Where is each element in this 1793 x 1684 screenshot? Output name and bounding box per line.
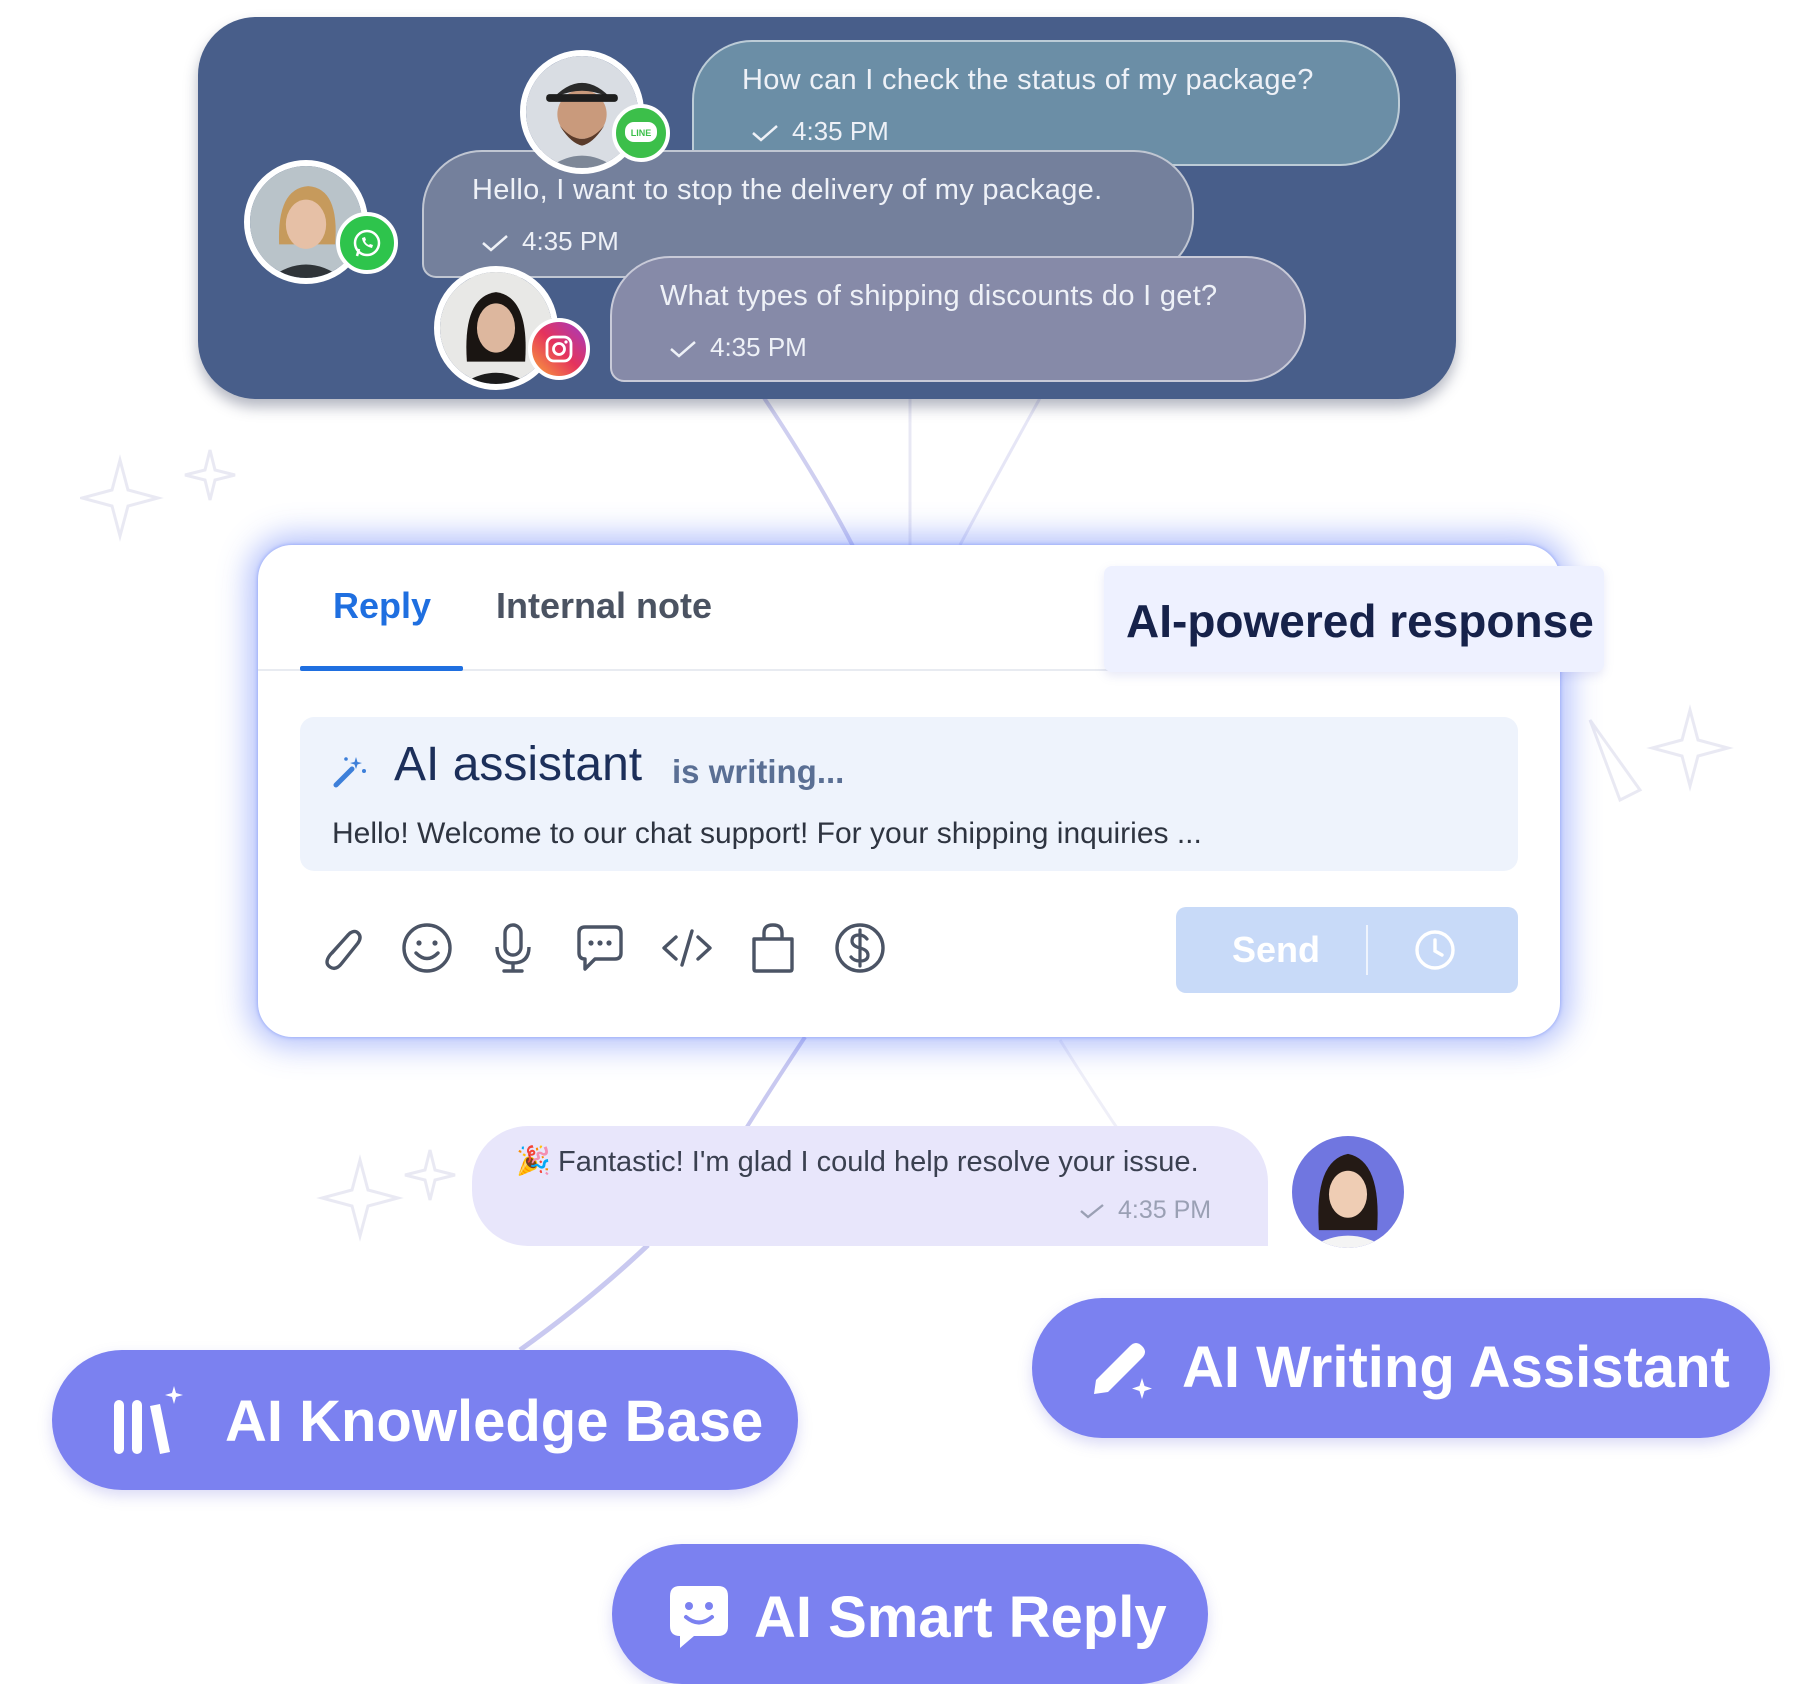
instagram-icon [528, 318, 590, 380]
pen-sparkle-icon [1094, 1343, 1152, 1399]
line-icon: LINE [612, 104, 670, 162]
whatsapp-icon [336, 212, 398, 274]
ai-assistant-status: is writing... [672, 753, 845, 790]
customer-message-bubble[interactable]: What types of shipping discounts do I ge… [610, 256, 1306, 382]
party-popper-icon: 🎉 [516, 1145, 551, 1176]
ai-powered-callout: AI-powered response [1104, 566, 1604, 672]
sparkle-icon [80, 449, 236, 542]
pill-label: AI Knowledge Base [225, 1389, 764, 1454]
smart-reply-icon [670, 1586, 728, 1648]
send-label: Send [1232, 929, 1321, 970]
code-icon[interactable] [658, 919, 716, 977]
ai-assistant-draft[interactable]: AI assistant is writing... Hello! Welcom… [300, 717, 1518, 871]
check-icon [1080, 1204, 1104, 1219]
message-time: 4:35 PM [750, 116, 889, 147]
chat-bubble-icon[interactable] [571, 919, 629, 977]
agent-avatar[interactable] [1292, 1136, 1404, 1248]
pill-label: AI Smart Reply [754, 1585, 1167, 1650]
clock-icon[interactable] [1412, 927, 1458, 973]
dollar-icon[interactable] [831, 919, 889, 977]
send-divider [1366, 925, 1368, 975]
ai-draft-text: Hello! Welcome to our chat support! For … [332, 817, 1202, 850]
message-text: Fantastic! I'm glad I could help resolve… [558, 1146, 1199, 1178]
message-text: What types of shipping discounts do I ge… [660, 280, 1218, 312]
knowledge-base-icon [114, 1386, 183, 1454]
pill-label: AI Writing Assistant [1182, 1335, 1730, 1400]
message-time: 4:35 PM [480, 226, 619, 257]
svg-text:LINE: LINE [631, 128, 652, 138]
message-text: How can I check the status of my package… [742, 64, 1314, 96]
sparkle-icon [1588, 704, 1734, 803]
agent-message-bubble[interactable]: 🎉 Fantastic! I'm glad I could help resol… [472, 1126, 1268, 1246]
tab-internal-note[interactable]: Internal note [496, 585, 712, 627]
emoji-icon[interactable] [398, 919, 456, 977]
message-text: Hello, I want to stop the delivery of my… [472, 174, 1103, 206]
check-icon [752, 125, 778, 142]
message-time: 4:35 PM [1078, 1196, 1211, 1225]
check-icon [670, 341, 696, 358]
magic-wand-icon [333, 757, 366, 788]
tab-reply[interactable]: Reply [333, 585, 431, 627]
ai-assistant-title: AI assistant [394, 738, 643, 791]
customer-message-bubble[interactable]: How can I check the status of my package… [692, 40, 1400, 166]
paperclip-icon[interactable] [312, 919, 370, 977]
ai-smart-reply-button[interactable]: AI Smart Reply [612, 1544, 1208, 1684]
sparkle-icon [316, 1149, 456, 1242]
ai-writing-assistant-button[interactable]: AI Writing Assistant [1032, 1298, 1770, 1438]
message-time: 4:35 PM [668, 332, 807, 363]
check-icon [482, 235, 508, 252]
shopping-bag-icon[interactable] [744, 919, 802, 977]
send-button[interactable]: Send [1176, 907, 1518, 993]
callout-text: AI-powered response [1126, 595, 1594, 647]
microphone-icon[interactable] [484, 919, 542, 977]
active-tab-indicator [300, 666, 463, 671]
ai-knowledge-base-button[interactable]: AI Knowledge Base [52, 1350, 798, 1490]
